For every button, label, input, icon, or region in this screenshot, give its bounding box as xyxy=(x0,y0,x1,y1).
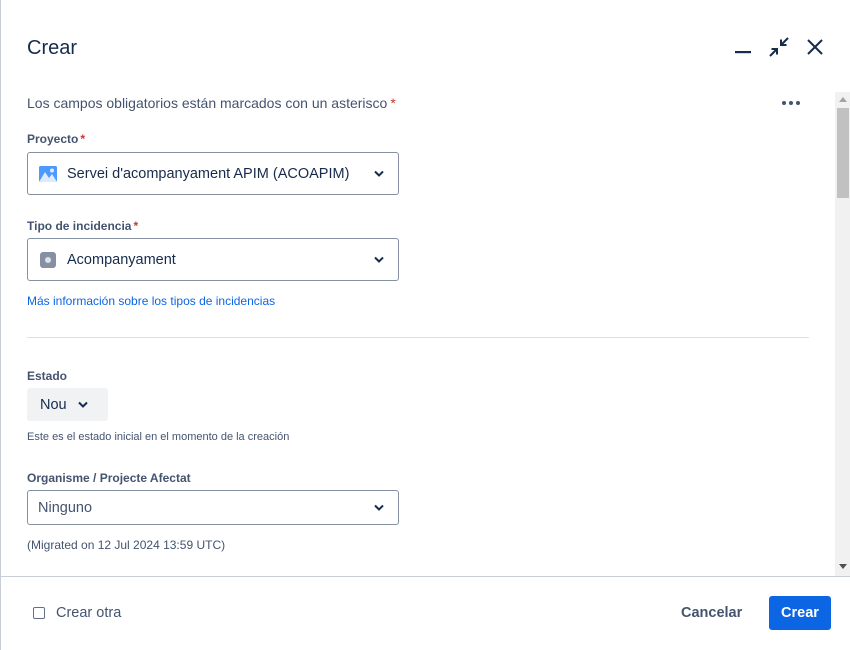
scroll-up-arrow-icon[interactable] xyxy=(839,97,847,102)
create-button[interactable]: Crear xyxy=(769,596,831,630)
chevron-down-icon xyxy=(374,170,384,177)
more-actions-button[interactable] xyxy=(777,92,805,114)
minimize-button[interactable] xyxy=(729,33,757,61)
project-label-text: Proyecto xyxy=(27,132,79,146)
create-another-checkbox[interactable] xyxy=(33,607,45,619)
required-fields-note: Los campos obligatorios están marcados c… xyxy=(27,95,396,111)
collapse-arrows-icon xyxy=(769,37,789,57)
collapse-button[interactable] xyxy=(765,33,793,61)
issue-type-select-value: Acompanyament xyxy=(67,251,176,268)
create-issue-dialog: Crear Los campos obligatorios están marc… xyxy=(0,0,850,650)
chevron-down-icon xyxy=(374,504,384,511)
status-dropdown-button[interactable]: Nou xyxy=(27,388,108,421)
minimize-icon xyxy=(735,51,751,54)
issue-types-help-link[interactable]: Más información sobre los tipos de incid… xyxy=(27,294,275,308)
more-dot xyxy=(782,101,786,105)
chevron-down-icon xyxy=(374,256,384,263)
scroll-down-arrow-icon[interactable] xyxy=(839,564,847,569)
required-note-text: Los campos obligatorios están marcados c… xyxy=(27,95,388,111)
required-asterisk: * xyxy=(133,219,139,233)
dialog-footer: Crear otra Cancelar Crear xyxy=(1,576,850,650)
project-label: Proyecto * xyxy=(27,132,85,146)
dialog-body[interactable]: Los campos obligatorios están marcados c… xyxy=(1,92,835,576)
close-button[interactable] xyxy=(801,33,829,61)
more-dot xyxy=(789,101,793,105)
status-help-text: Este es el estado inicial en el momento … xyxy=(27,431,290,443)
dialog-title: Crear xyxy=(27,37,78,59)
create-another-toggle[interactable]: Crear otra xyxy=(33,605,121,621)
required-asterisk: * xyxy=(390,95,396,111)
section-divider xyxy=(27,337,809,338)
issue-type-label-text: Tipo de incidencia xyxy=(27,219,132,233)
required-asterisk: * xyxy=(80,132,86,146)
issue-type-icon xyxy=(40,251,56,268)
status-label: Estado xyxy=(27,369,68,383)
chevron-down-icon xyxy=(77,401,88,408)
organisme-select[interactable]: Ninguno xyxy=(27,490,399,525)
organisme-select-placeholder: Ninguno xyxy=(38,499,93,516)
project-select[interactable]: Servei d'acompanyament APIM (ACOAPIM) xyxy=(27,152,399,195)
status-value: Nou xyxy=(40,396,67,413)
project-select-value: Servei d'acompanyament APIM (ACOAPIM) xyxy=(67,165,350,182)
issue-type-label: Tipo de incidencia * xyxy=(27,219,138,233)
vertical-scrollbar[interactable] xyxy=(835,92,850,576)
organisme-label: Organisme / Projecte Afectat xyxy=(27,471,191,485)
dialog-header: Crear xyxy=(1,0,850,92)
close-icon xyxy=(807,39,823,55)
project-avatar-icon xyxy=(39,165,57,182)
create-another-label: Crear otra xyxy=(56,605,122,621)
scrollbar-thumb[interactable] xyxy=(837,108,849,198)
cancel-button[interactable]: Cancelar xyxy=(669,597,754,629)
issue-type-select[interactable]: Acompanyament xyxy=(27,238,399,281)
more-dot xyxy=(796,101,800,105)
organisme-help-text: (Migrated on 12 Jul 2024 13:59 UTC) xyxy=(27,538,226,552)
